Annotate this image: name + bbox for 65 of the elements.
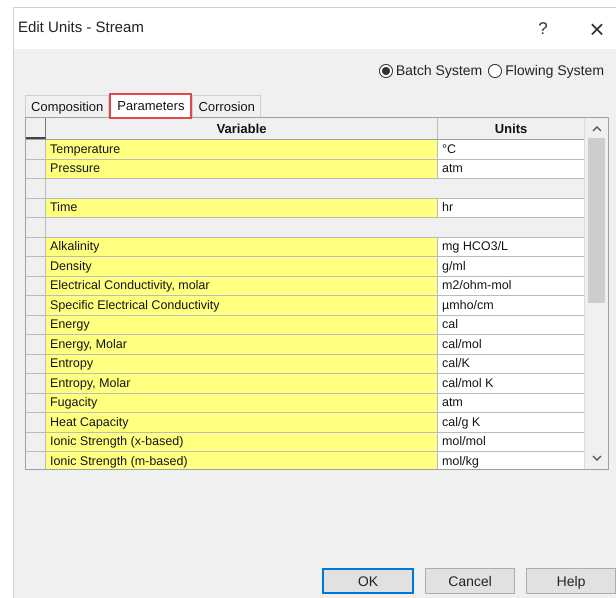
table-cell: Time	[46, 198, 438, 217]
tab[interactable]: Composition	[25, 95, 110, 117]
table-cell[interactable]: m2/ohm-mol	[438, 276, 584, 295]
scrollbar[interactable]	[584, 118, 608, 469]
column-header[interactable]: Variable	[46, 118, 438, 139]
row-header[interactable]	[26, 452, 46, 469]
row-header[interactable]	[26, 335, 46, 354]
row-header[interactable]	[26, 354, 46, 373]
table-cell[interactable]: hr	[438, 198, 584, 217]
help-button[interactable]: ?	[528, 16, 558, 42]
table-cell[interactable]: cal	[438, 316, 584, 334]
window-title: Edit Units - Stream	[18, 18, 145, 38]
row-header[interactable]	[26, 179, 46, 198]
tab[interactable]: Parameters	[109, 93, 192, 119]
row-header[interactable]	[26, 218, 46, 236]
radio-option[interactable]: Batch System	[378, 60, 482, 81]
table-cell[interactable]: mg HCO3/L	[438, 238, 584, 256]
table-cell[interactable]: mol/kg	[438, 452, 584, 469]
table-cell: Ionic Strength (m-based)	[46, 452, 438, 469]
column-header[interactable]: Units	[438, 118, 584, 139]
scrollbar-thumb[interactable]	[588, 138, 605, 303]
row-header[interactable]	[26, 238, 46, 256]
table-cell[interactable]: cal/mol	[438, 335, 584, 354]
row-header[interactable]	[26, 316, 46, 334]
row-header[interactable]	[26, 257, 46, 276]
scroll-down-icon[interactable]	[592, 455, 602, 461]
table-cell[interactable]: cal/g K	[438, 413, 584, 432]
table-cell[interactable]: °C	[438, 140, 584, 158]
radio-option[interactable]: Flowing System	[488, 60, 604, 81]
dialog-button[interactable]: OK	[322, 568, 414, 594]
table-cell[interactable]: atm	[438, 394, 584, 412]
table-cell: Alkalinity	[46, 238, 438, 256]
row-header[interactable]	[26, 394, 46, 412]
table-cell[interactable]: µmho/cm	[438, 296, 584, 314]
table-cell: Entropy, Molar	[46, 374, 438, 392]
row-header[interactable]	[26, 140, 46, 158]
row-header[interactable]	[26, 432, 46, 451]
row-header[interactable]	[26, 276, 46, 295]
table-cell: Pressure	[46, 160, 438, 178]
row-header[interactable]	[26, 296, 46, 314]
table-cell[interactable]: atm	[438, 160, 584, 178]
close-button[interactable]: ×	[582, 16, 612, 42]
tab[interactable]: Corrosion	[192, 95, 261, 117]
dialog-button[interactable]: Help	[526, 568, 616, 594]
table-cell[interactable]: cal/K	[438, 354, 584, 373]
table-cell: Density	[46, 257, 438, 276]
table-cell: Specific Electrical Conductivity	[46, 296, 438, 314]
table-cell: Heat Capacity	[46, 413, 438, 432]
radio-circle-icon[interactable]	[378, 64, 393, 78]
row-header[interactable]	[26, 374, 46, 392]
table-cell: Electrical Conductivity, molar	[46, 276, 438, 295]
row-header[interactable]	[26, 198, 46, 217]
table-cell: Temperature	[46, 140, 438, 158]
table-cell: Energy	[46, 316, 438, 334]
row-header[interactable]	[26, 160, 46, 178]
table-cell: Fugacity	[46, 394, 438, 412]
table-cell[interactable]: cal/mol K	[438, 374, 584, 392]
scroll-up-icon[interactable]	[592, 126, 602, 132]
table-cell: Entropy	[46, 354, 438, 373]
dialog-button[interactable]: Cancel	[425, 568, 515, 594]
table-cell[interactable]: g/ml	[438, 257, 584, 276]
table-cell: Energy, Molar	[46, 335, 438, 354]
table-cell[interactable]: mol/mol	[438, 432, 584, 451]
table-cell: Ionic Strength (x-based)	[46, 432, 438, 451]
row-header[interactable]	[26, 413, 46, 432]
